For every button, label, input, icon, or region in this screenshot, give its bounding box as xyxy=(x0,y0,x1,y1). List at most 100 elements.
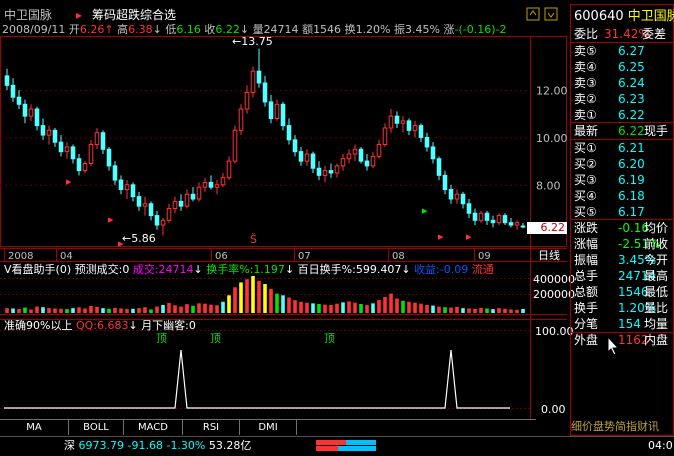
candle-body xyxy=(280,103,286,127)
volume-bar xyxy=(95,306,99,313)
stock-name: 中卫国脉 xyxy=(4,8,53,22)
row-label: 涨跌 xyxy=(574,221,599,235)
volume-bar xyxy=(461,308,465,313)
buy-marker-icon: ▸ xyxy=(66,175,72,188)
candle-body xyxy=(220,177,226,186)
candle-body xyxy=(364,160,370,167)
candle-body xyxy=(484,212,490,221)
candle-body xyxy=(82,162,88,172)
volume-bar xyxy=(449,307,453,313)
month-label: 06 xyxy=(215,251,228,262)
quote-bottom-tabs[interactable]: 细价盘势简指财讯 xyxy=(571,421,673,433)
volume-bar xyxy=(437,306,441,313)
row-label: 换手 xyxy=(574,301,599,315)
volume-bar xyxy=(167,303,171,313)
volume-bar xyxy=(11,308,15,313)
row-label: 卖① xyxy=(574,108,597,122)
row-label: 涨幅 xyxy=(574,237,599,251)
formula-name[interactable]: 筹码超跌综合选 xyxy=(92,8,176,22)
candle-body xyxy=(490,219,496,224)
tab-dmi[interactable]: DMI xyxy=(240,420,297,435)
ask-row: 卖② 6.23 xyxy=(572,91,674,107)
top-signal-label: 顶 xyxy=(210,332,221,345)
stat-row: 换手 1.20% 量比 xyxy=(572,300,674,316)
candle-body xyxy=(262,82,268,103)
volume-bar xyxy=(251,276,255,313)
volume-bar xyxy=(209,304,213,313)
volume-bar xyxy=(227,295,231,313)
sell-signal-icon: Š xyxy=(250,233,257,246)
volume-bar xyxy=(221,301,225,313)
volume-bar xyxy=(353,302,357,313)
candle-body xyxy=(52,129,58,143)
volume-bar xyxy=(119,308,123,313)
volume-bar xyxy=(281,295,285,313)
volume-bar xyxy=(323,304,327,313)
month-label: 2008 xyxy=(8,251,33,262)
signal-line xyxy=(4,349,510,409)
volume-bar xyxy=(269,288,273,313)
volume-bar xyxy=(455,306,459,313)
volume-bar xyxy=(431,305,435,313)
volume-bar xyxy=(287,297,291,313)
ind-axis-top: 100.00 xyxy=(535,325,574,338)
chart-area[interactable]: 12.00 10.00 8.00 2008 04 06 07 08 09 xyxy=(0,36,570,420)
volume-bar xyxy=(413,302,417,313)
volume-bar xyxy=(473,308,477,313)
period-label[interactable]: 日线 xyxy=(538,250,560,262)
volume-bar xyxy=(359,303,363,313)
candle-body xyxy=(508,222,514,226)
candle-body xyxy=(196,186,202,200)
tab-macd[interactable]: MACD xyxy=(124,420,183,435)
volume-bar xyxy=(47,308,51,313)
volume-bar xyxy=(383,296,387,313)
stat-row: 总手 24714 最高 xyxy=(572,268,674,284)
candle-body xyxy=(310,153,316,169)
expand-icon[interactable] xyxy=(544,6,558,21)
bid-row: 买① 6.21 xyxy=(572,140,674,156)
row-right-label: 最高 xyxy=(644,269,669,283)
row-right-label: 均量 xyxy=(644,317,669,331)
ask-row: 卖③ 6.24 xyxy=(572,75,674,91)
tab-boll[interactable]: BOLL xyxy=(69,420,124,435)
bid-row: 买④ 6.18 xyxy=(572,188,674,204)
low-marker: ←5.86 xyxy=(122,232,156,245)
row-value: 6.18 xyxy=(618,189,645,203)
candle-body xyxy=(214,184,220,188)
candle-body xyxy=(256,70,262,84)
volume-bar xyxy=(257,280,261,313)
candle-body xyxy=(436,158,442,176)
row-value: 6.19 xyxy=(618,173,645,187)
candle-body xyxy=(34,108,40,127)
status-bar: 深 6973.79 -91.68 -1.30% 53.28亿 04:0 xyxy=(0,436,674,456)
row-label: 总手 xyxy=(574,269,599,283)
candle-body xyxy=(418,125,424,138)
volume-bar xyxy=(263,284,267,313)
settings-icon[interactable] xyxy=(526,6,540,21)
index-ticker: 深 6973.79 -91.68 -1.30% 53.28亿 xyxy=(64,439,252,452)
mouse-cursor-icon xyxy=(607,335,620,360)
candle-body xyxy=(268,101,274,120)
candle-body xyxy=(202,181,208,188)
volume-bar xyxy=(173,305,177,313)
candle-body xyxy=(502,215,508,224)
volume-bar xyxy=(293,300,297,313)
volume-bar xyxy=(77,307,81,313)
current-price-tag: 6.22 xyxy=(527,222,567,234)
tab-rsi[interactable]: RSI xyxy=(183,420,240,435)
row-value: 6.24 xyxy=(618,76,645,90)
stat-row: 分笔 154 均量 xyxy=(572,316,674,332)
tab-ma[interactable]: MA xyxy=(0,420,69,435)
volume-bar xyxy=(371,303,375,313)
candle-body xyxy=(106,148,112,167)
price-axis: 12.00 10.00 8.00 xyxy=(536,85,568,193)
volume-bar xyxy=(107,308,111,313)
candle-body xyxy=(304,153,310,162)
volume-bar xyxy=(479,307,483,313)
volume-bar xyxy=(491,309,495,313)
price-tick-label: 10.00 xyxy=(536,132,568,145)
volume-bar xyxy=(443,307,447,313)
month-label: 07 xyxy=(298,251,311,262)
candle-body xyxy=(172,200,178,209)
candle-body xyxy=(124,184,130,191)
